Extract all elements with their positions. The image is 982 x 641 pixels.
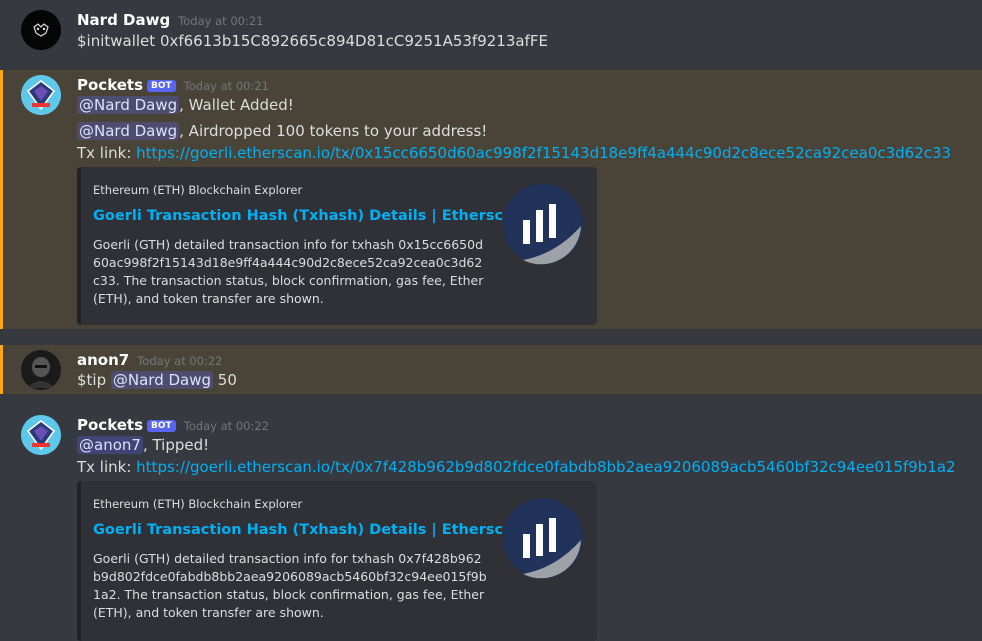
etherscan-logo-icon bbox=[503, 183, 583, 265]
avatar[interactable] bbox=[21, 415, 61, 455]
message-text: , Wallet Added! bbox=[179, 96, 294, 114]
author-name[interactable]: Nard Dawg bbox=[77, 11, 170, 29]
avatar[interactable] bbox=[21, 350, 61, 390]
message-line: @anon7, Tipped! bbox=[77, 436, 209, 454]
link-embed: Ethereum (ETH) Blockchain Explorer Goerl… bbox=[77, 481, 597, 641]
user-mention[interactable]: @Nard Dawg bbox=[77, 122, 180, 140]
embed-title[interactable]: Goerli Transaction Hash (Txhash) Details… bbox=[93, 208, 523, 224]
embed-provider[interactable]: Ethereum (ETH) Blockchain Explorer bbox=[93, 183, 302, 197]
timestamp: Today at 00:21 bbox=[183, 79, 269, 93]
timestamp: Today at 00:22 bbox=[183, 419, 269, 433]
user-mention[interactable]: @Nard Dawg bbox=[77, 96, 180, 114]
user-mention[interactable]: @anon7 bbox=[77, 436, 143, 454]
message-line: Tx link: https://goerli.etherscan.io/tx/… bbox=[77, 144, 951, 162]
tx-link[interactable]: https://goerli.etherscan.io/tx/0x7f428b9… bbox=[136, 458, 955, 476]
embed-title[interactable]: Goerli Transaction Hash (Txhash) Details… bbox=[93, 522, 523, 538]
author-name[interactable]: Pockets bbox=[77, 76, 143, 94]
message-anon7: anon7 Today at 00:22 $tip @Nard Dawg 50 bbox=[0, 345, 982, 394]
avatar[interactable] bbox=[21, 10, 61, 50]
user-mention[interactable]: @Nard Dawg bbox=[110, 371, 214, 389]
pockets-bot-icon bbox=[21, 415, 61, 455]
message-header: anon7 Today at 00:22 bbox=[77, 350, 223, 369]
mask-icon bbox=[21, 10, 61, 50]
timestamp: Today at 00:21 bbox=[178, 14, 264, 28]
author-name[interactable]: anon7 bbox=[77, 351, 129, 369]
message-header: Nard Dawg Today at 00:21 bbox=[77, 10, 263, 29]
embed-description: Goerli (GTH) detailed transaction info f… bbox=[93, 237, 484, 306]
message-pockets-wallet: Pockets BOT Today at 00:21 @Nard Dawg, Wal… bbox=[0, 70, 982, 329]
message-pockets-tip: Pockets BOT Today at 00:22 @anon7, Tipped!… bbox=[0, 410, 982, 641]
embed-description: Goerli (GTH) detailed transaction info f… bbox=[93, 551, 487, 620]
command-text: $tip bbox=[77, 371, 111, 389]
message-line: @Nard Dawg, Airdropped 100 tokens to you… bbox=[77, 122, 487, 140]
bot-tag: BOT bbox=[147, 80, 176, 92]
message-text: , Tipped! bbox=[142, 436, 210, 454]
link-embed: Ethereum (ETH) Blockchain Explorer Goerl… bbox=[77, 167, 597, 325]
message-line: Tx link: https://goerli.etherscan.io/tx/… bbox=[77, 458, 956, 476]
tx-link[interactable]: https://goerli.etherscan.io/tx/0x15cc665… bbox=[136, 144, 951, 162]
pockets-bot-icon bbox=[21, 75, 61, 115]
author-name[interactable]: Pockets bbox=[77, 416, 143, 434]
embed-provider[interactable]: Ethereum (ETH) Blockchain Explorer bbox=[93, 497, 302, 511]
bot-tag: BOT bbox=[147, 420, 176, 432]
message-content: $tip @Nard Dawg 50 bbox=[77, 371, 237, 389]
etherscan-logo-icon bbox=[503, 498, 583, 579]
user-photo-icon bbox=[21, 350, 61, 390]
avatar[interactable] bbox=[21, 75, 61, 115]
message-content: $initwallet 0xf6613b15C892665c894D81cC92… bbox=[77, 32, 548, 50]
message-text: , Airdropped 100 tokens to your address! bbox=[179, 122, 488, 140]
tx-link-label: Tx link: bbox=[77, 144, 137, 162]
message-nard-dawg: Nard Dawg Today at 00:21 $initwallet 0xf6… bbox=[0, 0, 982, 70]
timestamp: Today at 00:22 bbox=[137, 354, 223, 368]
message-line: @Nard Dawg, Wallet Added! bbox=[77, 96, 294, 114]
tx-link-label: Tx link: bbox=[77, 458, 137, 476]
message-header: Pockets BOT Today at 00:21 bbox=[77, 75, 269, 94]
message-text: 50 bbox=[213, 371, 237, 389]
message-header: Pockets BOT Today at 00:22 bbox=[77, 415, 269, 434]
